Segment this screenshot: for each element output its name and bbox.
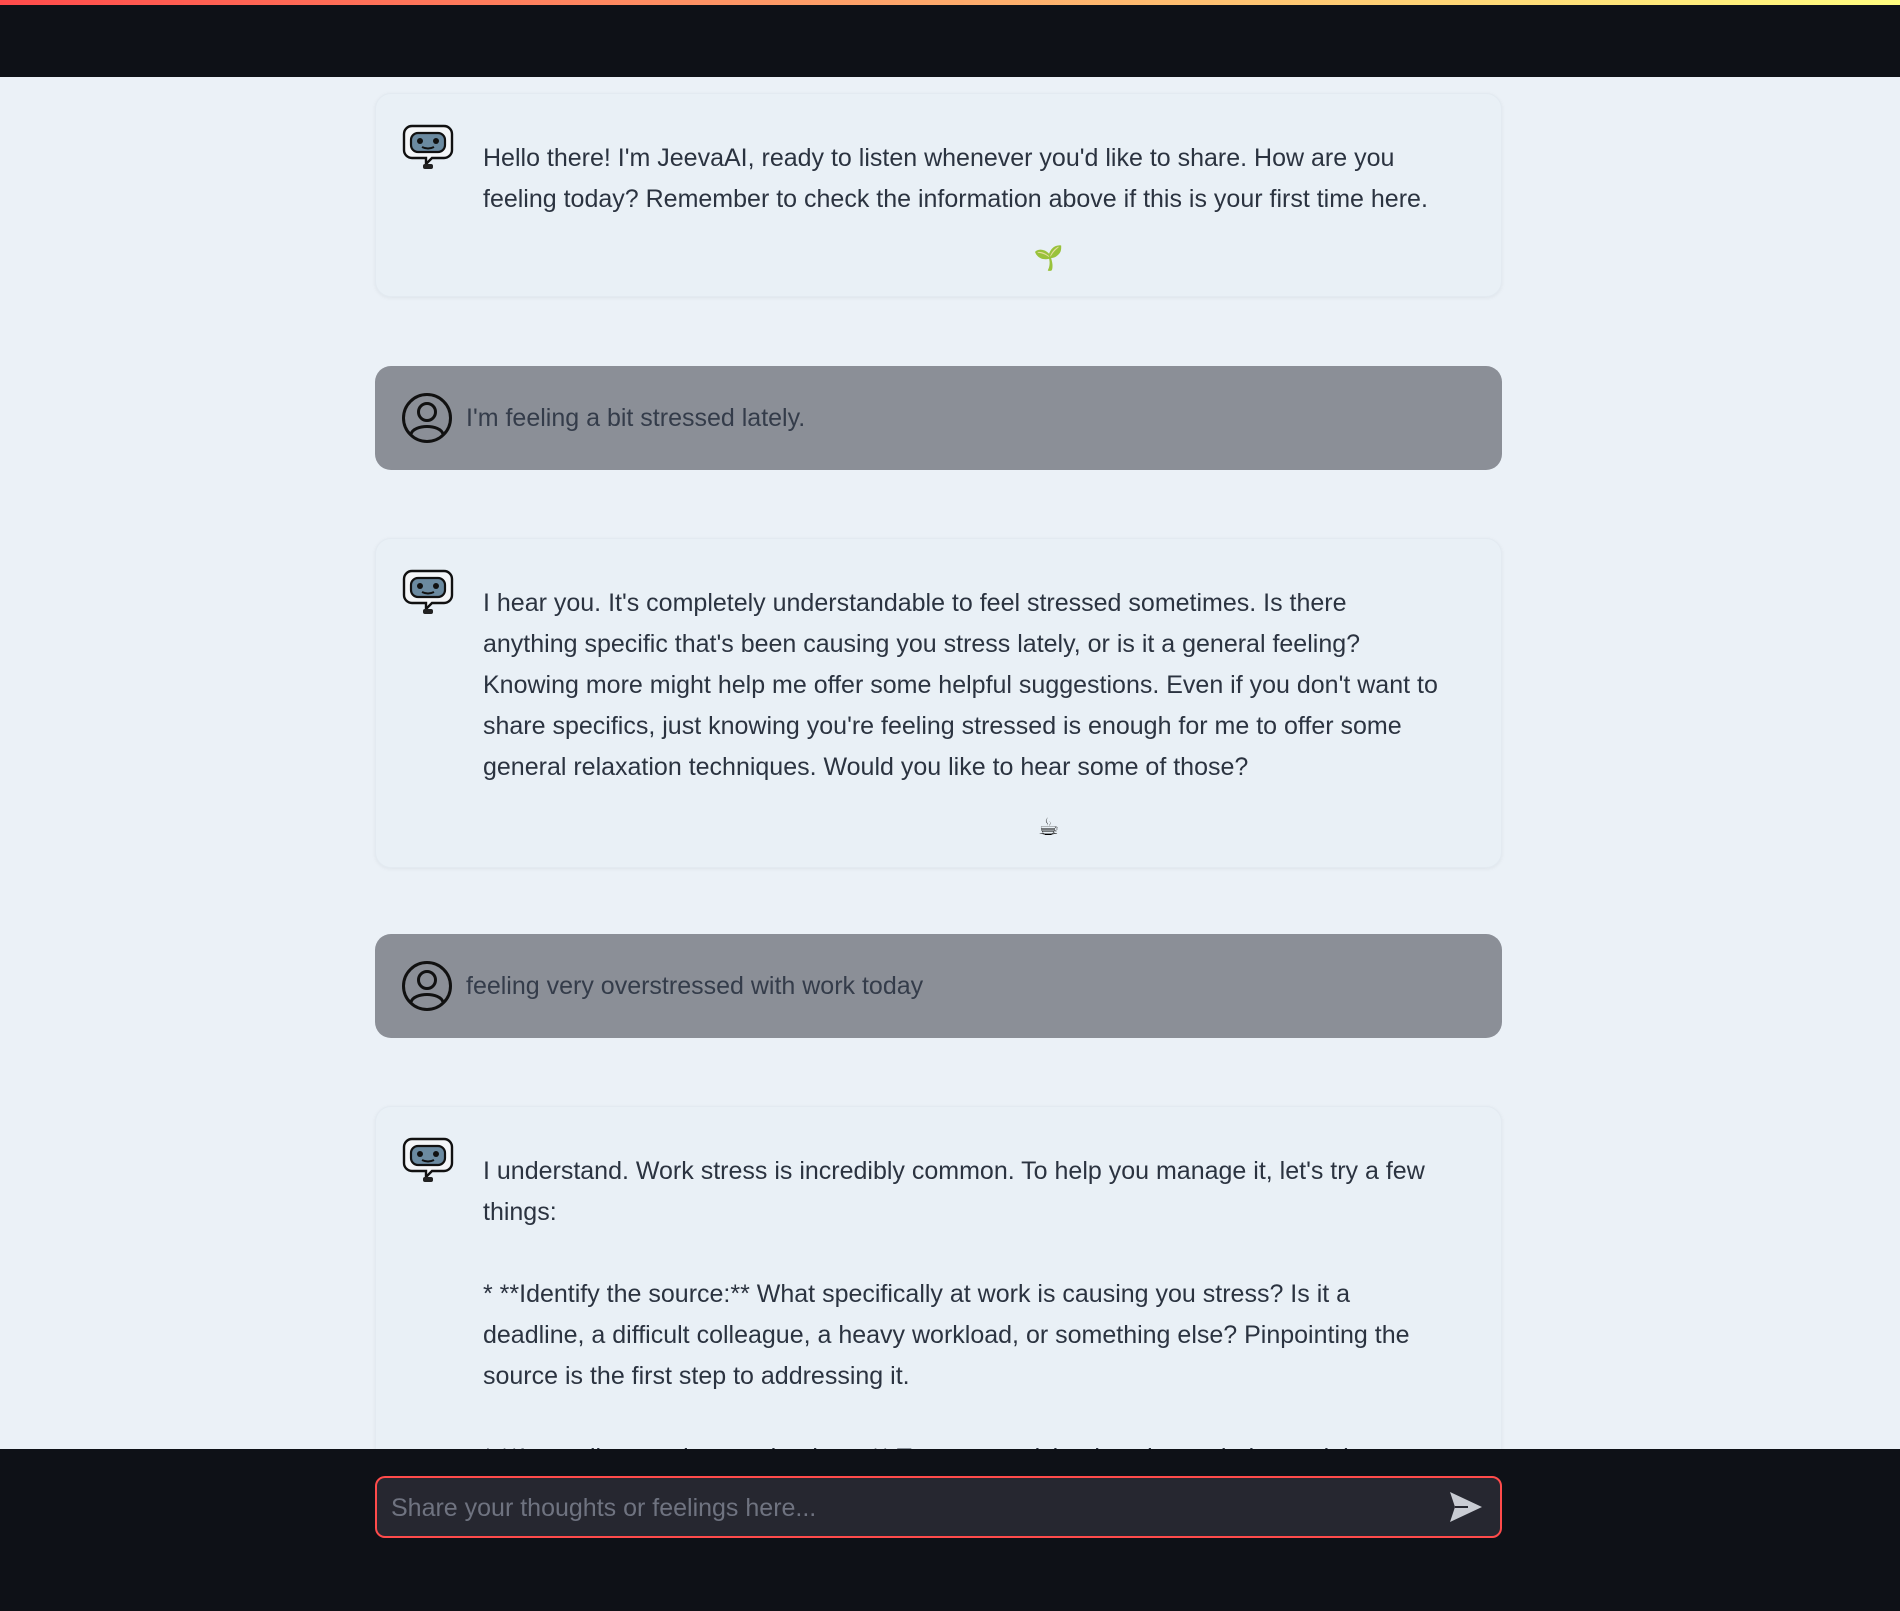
robot-speech-bubble-icon (402, 120, 454, 172)
user-message: feeling very overstressed with work toda… (375, 934, 1502, 1038)
assistant-message: Hello there! I'm JeevaAI, ready to liste… (375, 93, 1502, 297)
user-message: I'm feeling a bit stressed lately. (375, 366, 1502, 470)
chat-input-bar (0, 1449, 1900, 1611)
message-text: Hello there! I'm JeevaAI, ready to liste… (483, 144, 1428, 213)
user-circle-icon (401, 392, 453, 444)
message-text: I'm feeling a bit stressed lately. (466, 404, 806, 432)
message-text: I understand. Work stress is incredibly … (483, 1157, 1425, 1449)
chat-input-container[interactable] (375, 1476, 1502, 1538)
robot-speech-bubble-icon (402, 565, 454, 617)
user-circle-icon (401, 960, 453, 1012)
robot-speech-bubble-icon (402, 1133, 454, 1185)
app-header (0, 5, 1900, 77)
chat-input[interactable] (389, 1478, 1433, 1538)
assistant-message: I understand. Work stress is incredibly … (375, 1106, 1502, 1449)
send-arrow-icon[interactable] (1448, 1490, 1484, 1524)
coffee-icon: ☕ (1037, 814, 1060, 841)
assistant-message: I hear you. It's completely understandab… (375, 538, 1502, 868)
chat-message-list[interactable]: Hello there! I'm JeevaAI, ready to liste… (0, 77, 1900, 1449)
seedling-icon: 🌱 (1033, 245, 1064, 272)
message-text: feeling very overstressed with work toda… (466, 972, 924, 1000)
message-text: I hear you. It's completely understandab… (483, 589, 1445, 781)
